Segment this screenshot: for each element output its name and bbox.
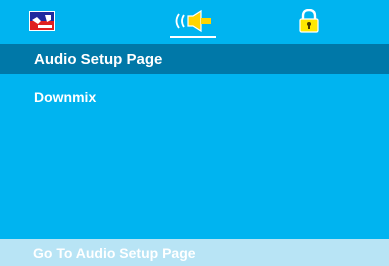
tab-audio-setup[interactable] <box>168 4 220 38</box>
general-setup-icon <box>29 11 55 31</box>
setup-screen: Audio Setup Page Downmix Go To Audio Set… <box>0 0 389 266</box>
selected-tab-underline <box>170 36 216 38</box>
menu-list: Downmix <box>0 84 389 110</box>
status-bar: Go To Audio Setup Page <box>0 239 389 266</box>
lock-icon <box>299 9 319 33</box>
tab-password-setup[interactable] <box>292 4 326 38</box>
status-text: Go To Audio Setup Page <box>33 244 196 261</box>
menu-item-downmix[interactable]: Downmix <box>0 84 389 110</box>
page-title: Audio Setup Page <box>34 50 163 68</box>
page-header: Audio Setup Page <box>0 44 389 74</box>
audio-speaker-icon <box>175 9 211 33</box>
tab-general-setup[interactable] <box>22 4 62 38</box>
tab-bar <box>0 0 389 42</box>
